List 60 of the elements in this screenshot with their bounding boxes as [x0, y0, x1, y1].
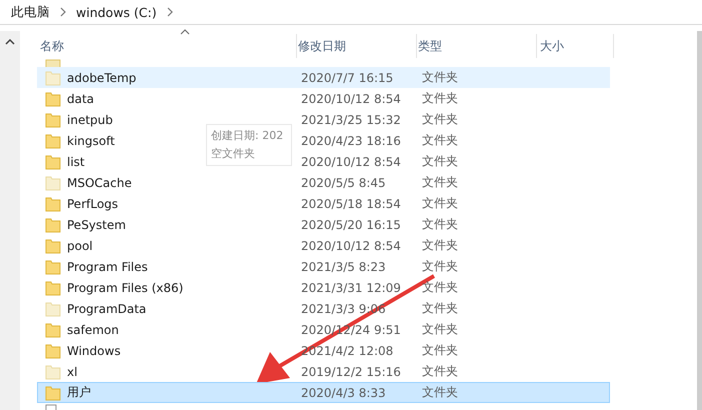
file-row[interactable]: 用户 2020/4/3 8:33 文件夹 [37, 382, 610, 403]
file-name: inetpub [67, 112, 113, 126]
column-header[interactable]: 大小 [537, 34, 614, 58]
modified-date: 2021/3/5 8:23 [300, 260, 386, 274]
modified-date: 2021/3/31 12:09 [300, 280, 401, 294]
modified-date: 2020/7/7 16:15 [300, 70, 394, 84]
modified-date: 2020/10/12 8:54 [300, 154, 401, 168]
file-type: 文件夹 [421, 322, 458, 336]
sort-caret-icon [180, 29, 190, 35]
file-name: adobeTemp [67, 70, 136, 84]
file-type: 文件夹 [421, 70, 458, 84]
file-type: 文件夹 [421, 133, 458, 147]
file-row[interactable]: adobeTemp 2020/7/7 16:15 文件夹 [37, 67, 610, 88]
scrollbar[interactable] [697, 31, 702, 410]
file-type: 文件夹 [421, 112, 458, 126]
file-type: 文件夹 [421, 343, 458, 357]
modified-date: 2021/3/25 15:32 [300, 112, 401, 126]
column-header[interactable]: 修改日期 [297, 34, 417, 58]
file-name: pool [67, 238, 93, 252]
scrollbar[interactable] [0, 31, 20, 410]
file-name: Windows [67, 344, 121, 358]
file-name: 用户 [67, 384, 91, 401]
modified-date: 2020/4/3 8:33 [300, 386, 386, 400]
file-name: MSOCache [67, 176, 132, 190]
file-type: 文件夹 [421, 259, 458, 273]
file-type: 文件夹 [421, 217, 458, 231]
modified-date: 2020/4/23 18:16 [300, 134, 401, 148]
file-name: xl [67, 364, 78, 378]
file-name: Program Files (x86) [67, 280, 184, 294]
modified-date: 2020/5/20 16:15 [300, 218, 401, 232]
file-name: Program Files [67, 260, 148, 274]
modified-date: 2020/5/18 18:54 [300, 196, 401, 210]
file-type: 文件夹 [421, 364, 458, 378]
file-type: 文件夹 [421, 385, 458, 399]
file-name: PerfLogs [67, 196, 118, 210]
file-name: kingsoft [67, 134, 115, 148]
file-type: 文件夹 [421, 238, 458, 252]
modified-date: 2020/10/12 8:54 [300, 238, 401, 252]
breadcrumb-item[interactable]: 此电脑 [11, 4, 50, 20]
column-header[interactable]: 类型 [417, 34, 537, 58]
column-header[interactable]: 名称 [40, 34, 297, 58]
breadcrumb-item[interactable]: windows (C:) [76, 4, 157, 20]
tooltip-text: 空文件夹 [211, 146, 256, 162]
file-type: 文件夹 [421, 280, 458, 294]
chevron-icon[interactable] [60, 7, 66, 17]
tooltip-text: 创建日期: 202 [211, 128, 284, 144]
file-type: 文件夹 [421, 175, 458, 189]
file-name: data [67, 92, 94, 106]
file-type: 文件夹 [421, 196, 458, 210]
modified-date: 2020/10/12 8:54 [300, 92, 401, 106]
chevron-icon[interactable] [166, 7, 173, 17]
file-type: 文件夹 [421, 91, 458, 105]
file-name: list [67, 154, 85, 168]
modified-date: 2020/5/5 8:45 [300, 176, 386, 190]
file-name: PeSystem [67, 218, 126, 232]
file-type: 文件夹 [421, 154, 458, 168]
file-name: ProgramData [67, 302, 146, 316]
file-name: safemon [67, 322, 119, 336]
modified-date: 2019/12/2 15:16 [300, 364, 401, 378]
file-type: 文件夹 [421, 301, 458, 315]
